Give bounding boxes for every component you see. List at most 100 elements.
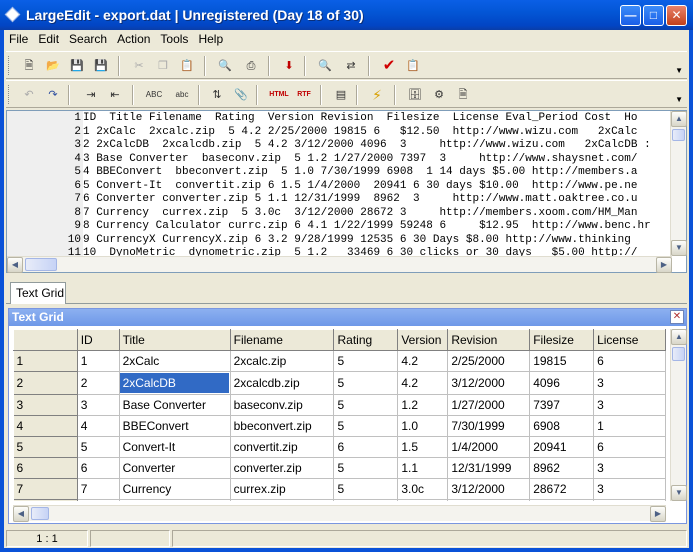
scroll-right-icon[interactable]: ▶	[656, 257, 672, 273]
grid-cell[interactable]: Convert-It	[119, 436, 231, 458]
grid-cell[interactable]: 20941	[529, 436, 595, 458]
editor-line[interactable]: 32 2xCalcDB 2xcalcdb.zip 5 4.2 3/12/2000…	[7, 139, 672, 153]
grid-cell[interactable]: 59248	[529, 499, 595, 501]
find-icon[interactable]: 🔍	[316, 57, 334, 75]
export-rtf-icon[interactable]: RTF	[294, 86, 314, 104]
grid-cell[interactable]: 2xcalc.zip	[230, 350, 335, 372]
grid-cell[interactable]: 1/27/2000	[447, 394, 531, 416]
grid-cell[interactable]: 5	[333, 478, 399, 500]
redo-icon[interactable]: ↷	[44, 86, 62, 104]
clipboard-icon[interactable]: 📋	[404, 57, 422, 75]
grid-cell[interactable]: 5	[77, 436, 120, 458]
grid-cell[interactable]: 4.1	[397, 499, 449, 501]
paste-icon[interactable]: 📋	[178, 57, 196, 75]
scroll-thumb[interactable]	[31, 507, 49, 520]
scroll-up-icon[interactable]: ▲	[671, 329, 687, 345]
grid-cell[interactable]: 1	[593, 415, 666, 437]
editor-line[interactable]: 87 Currency currex.zip 5 3.0c 3/12/2000 …	[7, 207, 672, 221]
print-preview-icon[interactable]: 🔍	[216, 57, 234, 75]
editor-line[interactable]: 98 Currency Calculator currc.zip 6 4.1 1…	[7, 220, 672, 234]
grid-cell[interactable]: 6	[593, 436, 666, 458]
menu-search[interactable]: Search	[64, 30, 112, 46]
grid-cell[interactable]: 6908	[529, 415, 595, 437]
grid-cell[interactable]: 5	[333, 350, 399, 372]
row-header[interactable]: 8	[13, 499, 78, 501]
grid-horizontal-scrollbar[interactable]: ◀ ▶	[13, 505, 666, 522]
column-header[interactable]: Revision	[447, 329, 531, 351]
copy-icon[interactable]: ❐	[154, 57, 172, 75]
grid-cell[interactable]: 2xCalc	[119, 350, 231, 372]
export-html-icon[interactable]: HTML	[268, 86, 290, 104]
cut-icon[interactable]: ✂	[130, 57, 148, 75]
scroll-thumb[interactable]	[25, 258, 57, 271]
scroll-down-icon[interactable]: ▼	[671, 240, 687, 256]
column-header[interactable]: Filesize	[529, 329, 595, 351]
grid-cell[interactable]: convertit.zip	[230, 436, 335, 458]
toolbar-grip[interactable]	[8, 56, 11, 75]
close-button[interactable]: ✕	[666, 5, 687, 26]
row-header[interactable]: 3	[13, 394, 78, 416]
grid-cell[interactable]: 8962	[529, 457, 595, 479]
spellcheck-icon[interactable]: ✔	[380, 57, 398, 75]
toolbar-grip[interactable]	[8, 85, 11, 104]
grid-cell[interactable]: 3/12/2000	[447, 371, 531, 395]
grid-cell[interactable]: 3/12/2000	[447, 478, 531, 500]
grid-cell[interactable]: 2xcalcdb.zip	[230, 371, 335, 395]
grid-cell[interactable]: BBEConvert	[119, 415, 231, 437]
grid-cell[interactable]: 5	[333, 394, 399, 416]
grid-cell[interactable]: 2	[77, 371, 120, 395]
row-header[interactable]: 2	[13, 371, 78, 395]
grid-cell[interactable]: 6	[333, 436, 399, 458]
grid-cell[interactable]: 1.2	[397, 394, 449, 416]
grid-cell[interactable]: 1/4/2000	[447, 436, 531, 458]
table-row[interactable]: 88Currency Calculatorcurrc.zip64.11/22/1…	[13, 499, 666, 501]
uppercase-icon[interactable]: ABC	[142, 86, 166, 104]
grid-cell[interactable]: 3	[593, 394, 666, 416]
macro-icon[interactable]: ⚡	[368, 86, 386, 104]
indent-icon[interactable]: ⇥	[82, 86, 100, 104]
grid-cell[interactable]: 5	[333, 415, 399, 437]
grid-cell[interactable]: 2xCalcDB	[119, 371, 231, 395]
editor-line[interactable]: 21 2xCalc 2xcalc.zip 5 4.2 2/25/2000 198…	[7, 126, 672, 140]
grid-cell[interactable]: converter.zip	[230, 457, 335, 479]
editor-line[interactable]: 76 Converter converter.zip 5 1.1 12/31/1…	[7, 193, 672, 207]
editor-line[interactable]: 1 ID Title Filename Rating Version Revisi…	[7, 112, 672, 126]
columns-icon[interactable]: ▤	[332, 86, 350, 104]
grid-cell[interactable]: 3	[593, 478, 666, 500]
grid-cell[interactable]: 4.2	[397, 371, 449, 395]
grid-cell[interactable]: 6	[77, 457, 120, 479]
open-folder-icon[interactable]: 📂	[44, 57, 62, 75]
table-row[interactable]: 1 1 2xCalc 2xcalc.zip 5 4.2 2/25/2000 19815 6	[13, 350, 666, 372]
grid-cell[interactable]: 3	[77, 394, 120, 416]
data-grid[interactable]: ID Title Filename Rating Version Revision File…	[13, 329, 666, 501]
scroll-up-icon[interactable]: ▲	[671, 111, 687, 127]
menu-edit[interactable]: Edit	[33, 30, 64, 46]
record-icon[interactable]: 🗄	[406, 86, 424, 104]
scroll-thumb[interactable]	[672, 129, 685, 141]
grid-cell[interactable]: 6	[593, 499, 666, 501]
table-row[interactable]: 2 2 2xCalcDB 2xcalcdb.zip 5 4.2 3/12/2000 4096 3	[13, 371, 666, 395]
grid-cell[interactable]: 4096	[529, 371, 595, 395]
grid-vertical-scrollbar[interactable]: ▲ ▼	[670, 329, 687, 501]
editor-vertical-scrollbar[interactable]: ▲ ▼	[670, 111, 687, 256]
grid-cell[interactable]: 1	[77, 350, 120, 372]
replace-icon[interactable]: ⇄	[342, 57, 360, 75]
table-row[interactable]: 5 5 Convert-It convertit.zip 6 1.5 1/4/2000 209…	[13, 436, 666, 458]
save-all-icon[interactable]: 💾	[68, 57, 86, 75]
grid-cell[interactable]: currc.zip	[230, 499, 335, 501]
row-header[interactable]: 6	[13, 457, 78, 479]
editor-line[interactable]: 10 9 CurrencyX CurrencyX.zip 6 3.2 9/28/1…	[7, 234, 672, 248]
table-row[interactable]: 7 7 Currency currex.zip 5 3.0c 3/12/2000 28672 3	[13, 478, 666, 500]
column-header[interactable]: Version	[397, 329, 449, 351]
grid-cell[interactable]: Base Converter	[119, 394, 231, 416]
bookmark-arrow-icon[interactable]: ⬇	[280, 57, 298, 75]
maximize-button[interactable]: □	[643, 5, 664, 26]
table-row[interactable]: 6 6 Converter converter.zip 5 1.1 12/31/1999 89…	[13, 457, 666, 479]
lowercase-icon[interactable]: abc	[170, 86, 194, 104]
grid-cell[interactable]: 12/31/1999	[447, 457, 531, 479]
scroll-left-icon[interactable]: ◀	[13, 506, 29, 522]
editor-horizontal-scrollbar[interactable]: ◀ ▶	[7, 256, 672, 273]
scroll-right-icon[interactable]: ▶	[650, 506, 666, 522]
grid-cell[interactable]: 7/30/1999	[447, 415, 531, 437]
grid-cell[interactable]: bbeconvert.zip	[230, 415, 335, 437]
